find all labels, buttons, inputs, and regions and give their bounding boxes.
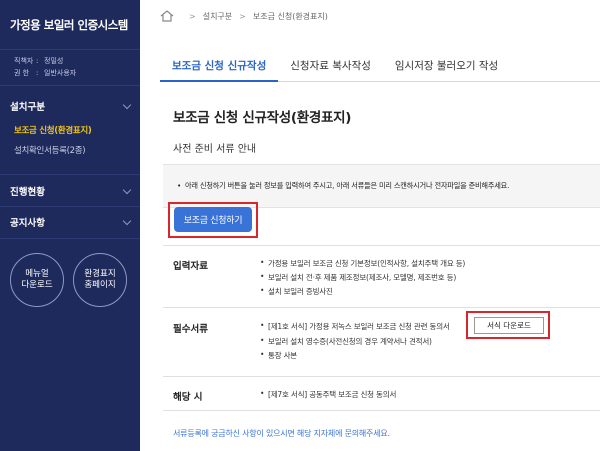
sidebar-item-install-confirm[interactable]: 설치확인서등록(2종) — [14, 141, 140, 161]
menu-head-notice[interactable]: 공지사항 — [0, 209, 140, 235]
list-item: 보일러 설치 영수증(사전신청의 경우 계약서나 견적서) — [260, 336, 432, 347]
manual-download-label-1: 메뉴얼 — [25, 269, 49, 279]
list-item: 통장 사본 — [260, 350, 297, 361]
footer-note: 서류등록에 궁금하신 사항이 있으시면 해당 지자체에 문의해주세요. — [173, 429, 390, 438]
section-divider — [163, 245, 600, 246]
input-data-label: 입력자료 — [173, 261, 208, 272]
sidebar: 가정용 보일러 인증시스템 직책자: 정밀성 권 한: 일반사용자 설치구분 보조금… — [0, 0, 140, 451]
chevron-down-icon — [122, 100, 132, 109]
section-divider — [163, 307, 600, 308]
manual-download-label-2: 다운로드 — [21, 280, 53, 290]
menu-install: 설치구분 보조금 신청(환경표지) 설치확인서등록(2종) — [0, 93, 140, 161]
user-role-label: 권 한 — [14, 69, 30, 77]
sidebar-item-subsidy-apply[interactable]: 보조금 신청(환경표지) — [14, 121, 140, 141]
list-item: 가정용 보일러 보조금 신청 기본정보(인적사항, 설치주택 개요 등) — [260, 258, 465, 269]
user-org-value: 정밀성 — [44, 57, 64, 65]
breadcrumb-item[interactable]: 설치구분 — [203, 11, 232, 22]
section-divider — [163, 376, 600, 377]
menu-head-progress[interactable]: 진행현황 — [0, 178, 140, 204]
notice-text: 아래 신청하기 버튼을 눌러 정보를 입력하여 주시고, 아래 서류들은 미리 … — [177, 181, 509, 191]
sidebar-divider — [0, 238, 140, 239]
menu-head-notice-label: 공지사항 — [10, 218, 45, 229]
tab-load-draft[interactable]: 임시저장 불러오기 작성 — [383, 52, 510, 82]
chevron-down-icon — [122, 216, 132, 225]
page-title: 보조금 신청 신규작성(환경표지) — [173, 110, 352, 126]
eco-homepage-label-2: 홈페이지 — [84, 280, 116, 290]
breadcrumb-item-current: 보조금 신청(환경표지) — [252, 11, 328, 21]
menu-head-progress-label: 진행현황 — [10, 187, 45, 198]
tab-copy-application[interactable]: 신청자료 복사작성 — [278, 52, 383, 82]
user-role-value: 일반사용자 — [44, 69, 77, 77]
app-title: 가정용 보일러 인증시스템 — [0, 0, 140, 50]
user-info: 직책자: 정밀성 권 한: 일반사용자 — [0, 50, 140, 86]
applicable-label: 해당 시 — [173, 392, 203, 403]
form-download-button[interactable]: 서식 다운로드 — [474, 317, 544, 334]
eco-label-homepage-button[interactable]: 환경표지 홈페이지 — [73, 253, 127, 307]
user-org-label: 직책자 — [14, 57, 34, 65]
apply-subsidy-button[interactable]: 보조금 신청하기 — [174, 207, 252, 232]
breadcrumb: > 설치구분 > 보조금 신청(환경표지) — [160, 10, 328, 22]
list-item: 보일러 설치 전·후 제품 제조정보(제조사, 모델명, 제조번호 등) — [260, 272, 456, 283]
sidebar-divider — [0, 206, 140, 207]
menu-head-install-label: 설치구분 — [10, 102, 45, 113]
tab-bar: 보조금 신청 신규작성 신청자료 복사작성 임시저장 불러오기 작성 — [160, 52, 600, 82]
section-divider — [163, 410, 600, 411]
section-subtitle: 사전 준비 서류 안내 — [173, 144, 257, 155]
menu-head-install[interactable]: 설치구분 — [0, 93, 140, 119]
list-item: [제1호 서식] 가정용 저녹스 보일러 보조금 신청 관련 동의서 — [260, 321, 450, 332]
sidebar-divider — [0, 174, 140, 175]
menu-progress: 진행현황 — [0, 178, 140, 204]
menu-notice: 공지사항 — [0, 209, 140, 235]
home-icon[interactable] — [160, 10, 174, 22]
required-docs-label: 필수서류 — [173, 324, 208, 335]
tab-new-application[interactable]: 보조금 신청 신규작성 — [160, 52, 279, 82]
eco-homepage-label-1: 환경표지 — [84, 269, 116, 279]
chevron-down-icon — [122, 185, 132, 194]
list-item: [제7호 서식] 공동주택 보조금 신청 동의서 — [260, 389, 396, 400]
manual-download-button[interactable]: 메뉴얼 다운로드 — [10, 253, 64, 307]
list-item: 설치 보일러 증빙사진 — [260, 286, 333, 297]
